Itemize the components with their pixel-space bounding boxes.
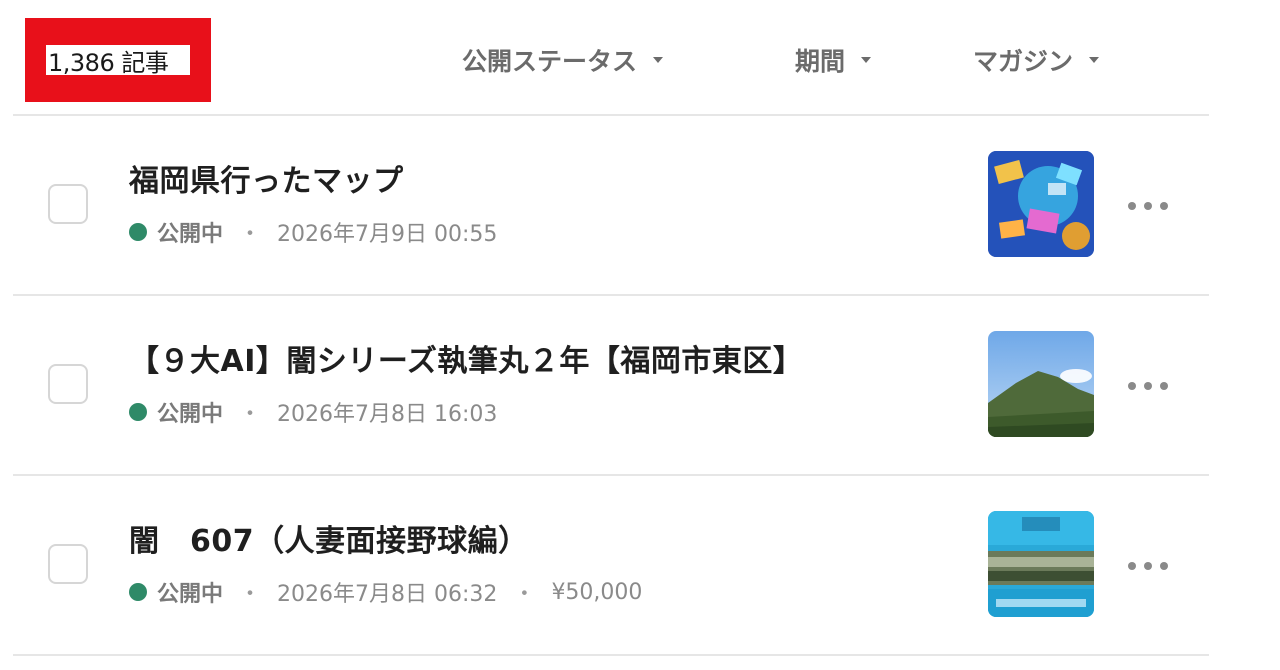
- article-row[interactable]: 福岡県行ったマップ 公開中 ・ 2026年7月9日 00:55: [13, 116, 1209, 294]
- more-options-button[interactable]: [1128, 196, 1168, 216]
- more-horizontal-icon: [1160, 562, 1168, 570]
- status-dot-icon: [129, 223, 147, 241]
- more-horizontal-icon: [1160, 202, 1168, 210]
- filter-period[interactable]: 期間: [795, 40, 872, 80]
- more-options-button[interactable]: [1128, 376, 1168, 396]
- more-options-button[interactable]: [1128, 556, 1168, 576]
- article-meta: 公開中 ・ 2026年7月8日 16:03: [129, 396, 497, 428]
- chevron-down-icon: [861, 57, 872, 63]
- article-select-checkbox[interactable]: [48, 544, 88, 584]
- article-row[interactable]: 闇 607（人妻面接野球編） 公開中 ・ 2026年7月8日 06:32 ・ ¥…: [13, 476, 1209, 654]
- status-dot-icon: [129, 403, 147, 421]
- article-title[interactable]: 福岡県行ったマップ: [129, 156, 404, 200]
- article-select-checkbox[interactable]: [48, 184, 88, 224]
- article-thumbnail[interactable]: [988, 331, 1094, 437]
- more-horizontal-icon: [1144, 562, 1152, 570]
- article-meta: 公開中 ・ 2026年7月9日 00:55: [129, 216, 497, 248]
- status-label: 公開中: [157, 222, 224, 247]
- article-count-highlight: 1,386 記事: [25, 18, 211, 102]
- meta-separator: ・: [513, 582, 536, 607]
- more-horizontal-icon: [1144, 382, 1152, 390]
- chevron-down-icon: [653, 57, 664, 63]
- thumbnail-image-icon: [988, 511, 1094, 617]
- filter-magazine-label: マガジン: [973, 47, 1074, 76]
- article-count: 1,386 記事: [48, 48, 169, 76]
- meta-separator: ・: [239, 402, 262, 427]
- more-horizontal-icon: [1160, 382, 1168, 390]
- thumbnail-image-icon: [988, 151, 1094, 257]
- article-count-label-wrap: 1,386 記事: [46, 45, 190, 75]
- filter-publish-status-label: 公開ステータス: [462, 47, 638, 76]
- status-label: 公開中: [157, 402, 224, 427]
- status-label: 公開中: [157, 582, 224, 607]
- status-dot-icon: [129, 583, 147, 601]
- thumbnail-image-icon: [988, 331, 1094, 437]
- article-title[interactable]: 闇 607（人妻面接野球編）: [129, 516, 529, 560]
- article-select-checkbox[interactable]: [48, 364, 88, 404]
- article-title[interactable]: 【９大AI】闇シリーズ執筆丸２年【福岡市東区】: [129, 336, 803, 380]
- more-horizontal-icon: [1128, 202, 1136, 210]
- filter-period-label: 期間: [795, 47, 846, 76]
- article-thumbnail[interactable]: [988, 511, 1094, 617]
- more-horizontal-icon: [1144, 202, 1152, 210]
- article-row[interactable]: 【９大AI】闇シリーズ執筆丸２年【福岡市東区】 公開中 ・ 2026年7月8日 …: [13, 296, 1209, 474]
- article-meta: 公開中 ・ 2026年7月8日 06:32 ・ ¥50,000: [129, 576, 642, 608]
- more-horizontal-icon: [1128, 562, 1136, 570]
- publish-date: 2026年7月8日 16:03: [277, 402, 498, 427]
- article-price: ¥50,000: [551, 579, 643, 605]
- publish-date: 2026年7月8日 06:32: [277, 582, 498, 607]
- publish-date: 2026年7月9日 00:55: [277, 222, 498, 247]
- filter-publish-status[interactable]: 公開ステータス: [462, 40, 664, 80]
- more-horizontal-icon: [1128, 382, 1136, 390]
- filter-magazine[interactable]: マガジン: [973, 40, 1100, 80]
- article-thumbnail[interactable]: [988, 151, 1094, 257]
- divider: [13, 654, 1209, 656]
- chevron-down-icon: [1089, 57, 1100, 63]
- meta-separator: ・: [239, 582, 262, 607]
- meta-separator: ・: [239, 222, 262, 247]
